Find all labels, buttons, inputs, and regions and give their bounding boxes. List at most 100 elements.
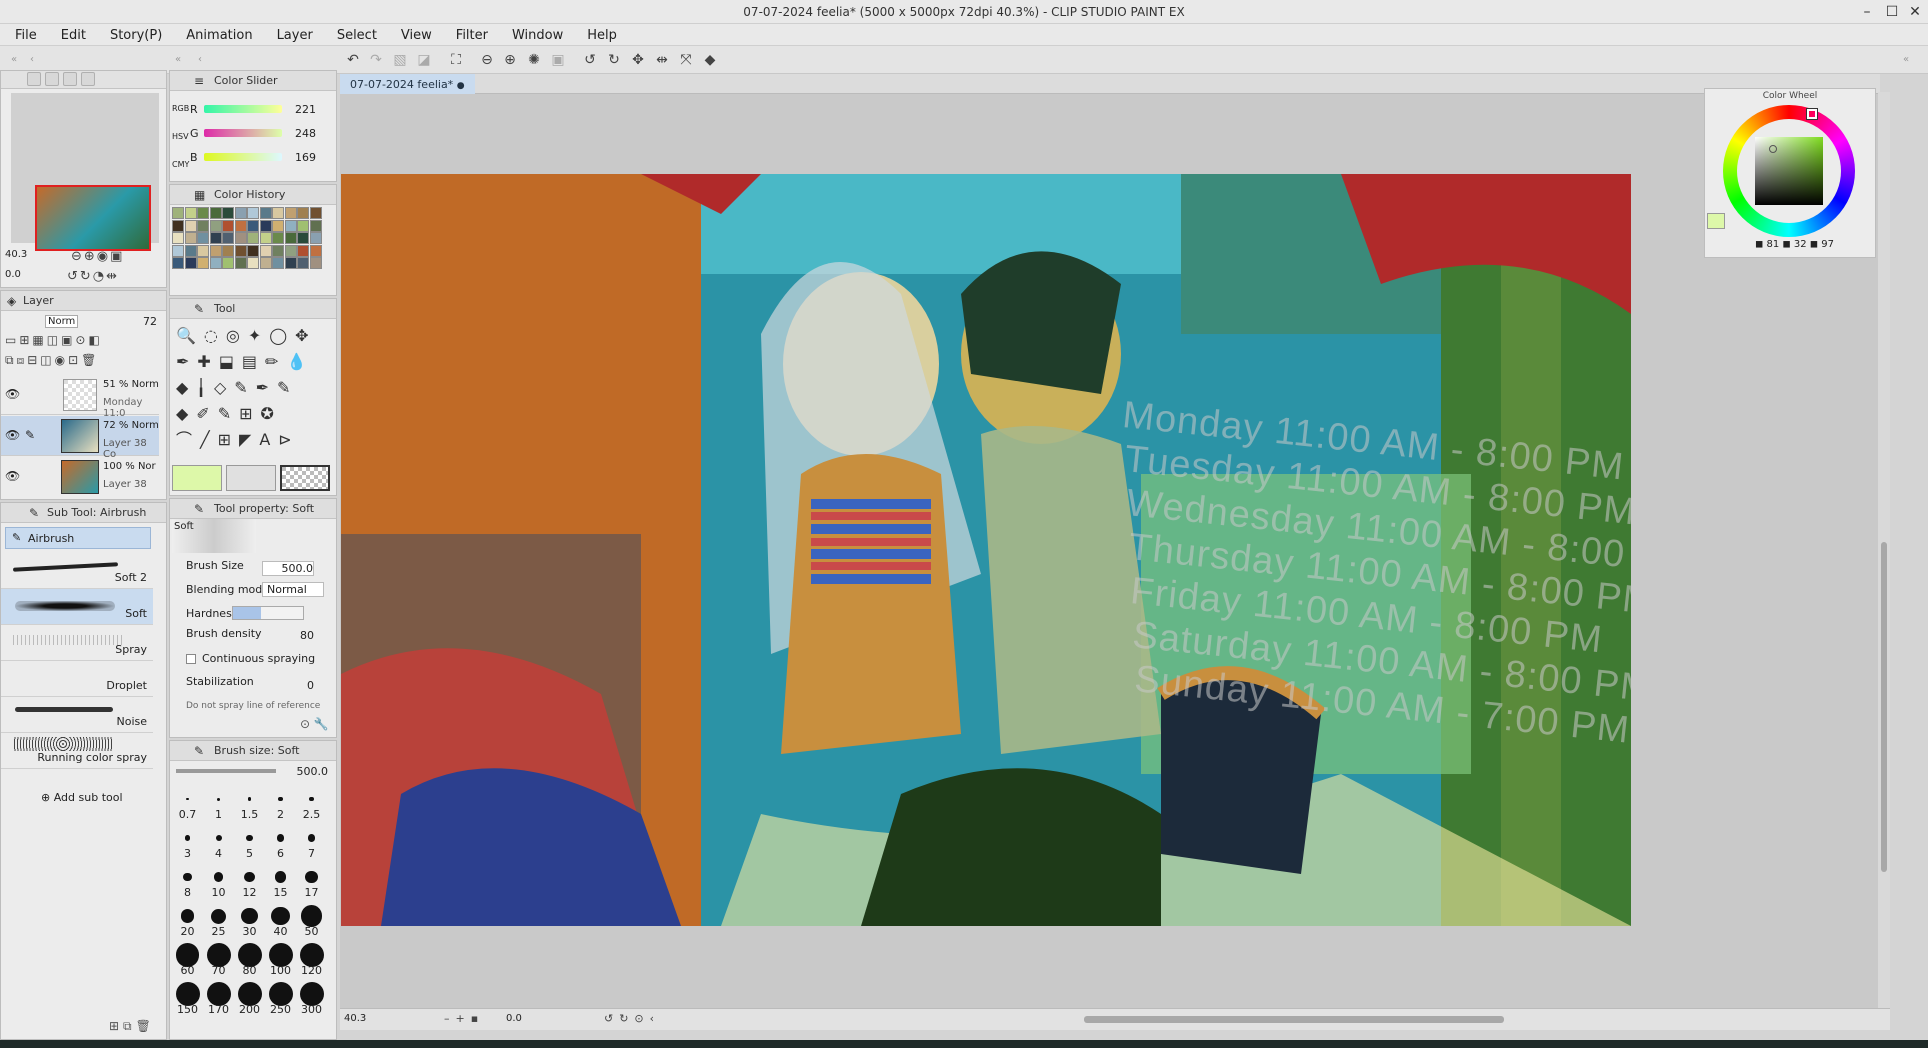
status-rotate-controls[interactable]: ↺↻⊙‹ <box>604 1012 660 1025</box>
fill-icon[interactable]: ◪ <box>414 51 434 69</box>
menu-layer[interactable]: Layer <box>265 24 325 43</box>
history-swatch[interactable] <box>197 207 209 219</box>
sv-marker[interactable] <box>1769 145 1777 153</box>
hue-marker[interactable] <box>1806 108 1818 120</box>
history-swatch[interactable] <box>222 219 234 232</box>
zoom-in-icon[interactable]: ⊕ <box>500 51 520 69</box>
transparent-color-swatch[interactable] <box>280 465 330 491</box>
history-swatch[interactable] <box>222 232 234 244</box>
menu-animation[interactable]: Animation <box>174 24 264 43</box>
history-tab-icon[interactable] <box>63 72 77 86</box>
history-swatch[interactable] <box>234 232 247 244</box>
status-zoom-controls[interactable]: –+▪ <box>444 1012 484 1025</box>
history-swatch[interactable] <box>284 232 297 244</box>
brush-size-preset[interactable]: 250 <box>265 978 296 1016</box>
g-value[interactable]: 248 <box>280 127 316 140</box>
history-swatch[interactable] <box>234 244 247 257</box>
eye-icon[interactable]: 👁 <box>5 428 20 442</box>
document-tab[interactable]: 07-07-2024 feelia* ● <box>340 74 475 94</box>
sub-tool-item-spray[interactable]: Spray <box>1 625 153 661</box>
flip-icon[interactable]: ⇹ <box>652 51 672 69</box>
rotate-right-icon[interactable]: ↻ <box>604 51 624 69</box>
brush-size-preset[interactable]: 5 <box>234 822 265 860</box>
collapse-right-icon[interactable]: « <box>1896 51 1916 69</box>
menu-story[interactable]: Story(P) <box>98 24 174 43</box>
rotate-left-icon[interactable]: ↺ <box>580 51 600 69</box>
history-swatch[interactable] <box>297 232 309 244</box>
main-color-swatch[interactable] <box>172 465 222 491</box>
blending-mode-select[interactable]: Normal <box>262 582 324 597</box>
collapse-left-icon[interactable]: « <box>168 51 188 69</box>
history-swatch[interactable] <box>284 244 297 257</box>
tool-property-footer-icons[interactable]: ⊙ 🔧 <box>300 717 329 731</box>
brush-size-value[interactable]: 500.0 <box>262 561 314 576</box>
undo-icon[interactable]: ↶ <box>343 51 363 69</box>
brush-size-preset[interactable]: 170 <box>203 978 234 1016</box>
navigator-rotate-controls[interactable]: ↺↻◔⇹ <box>67 269 119 284</box>
history-swatch[interactable] <box>184 232 197 244</box>
history-swatch[interactable] <box>259 257 272 269</box>
vertical-scrollbar[interactable] <box>1878 92 1890 1008</box>
brush-size-preset[interactable]: 15 <box>265 861 296 899</box>
brush-size-preset[interactable]: 60 <box>172 939 203 977</box>
brush-size-preset[interactable]: 30 <box>234 900 265 938</box>
brush-size-preset[interactable]: 150 <box>172 978 203 1016</box>
maximize-button[interactable]: ☐ <box>1880 2 1904 22</box>
r-value[interactable]: 221 <box>280 103 316 116</box>
history-swatch[interactable] <box>172 207 184 219</box>
brush-size-preset[interactable]: 25 <box>203 900 234 938</box>
history-swatch[interactable] <box>222 207 234 219</box>
brush-size-preset[interactable]: 10 <box>203 861 234 899</box>
sub-color-swatch[interactable] <box>226 465 276 491</box>
vertical-scrollbar-thumb[interactable] <box>1881 542 1887 872</box>
history-swatch[interactable] <box>247 219 259 232</box>
history-swatch[interactable] <box>297 207 309 219</box>
eye-icon[interactable]: 👁 <box>5 469 20 483</box>
blend-mode-select[interactable]: Norm <box>45 315 79 328</box>
sub-tool-item-running-color-spray[interactable]: Running color spray <box>1 733 153 769</box>
redo-icon[interactable]: ↷ <box>366 51 386 69</box>
brush-size-grid[interactable]: 0.7 1 1.5 2 2.5 3 4 5 6 7 8 10 12 15 17 20 25 30 40 50 60 70 8… <box>172 783 332 1033</box>
navigator-zoom-controls[interactable]: ⊖⊕◉▣ <box>71 249 124 264</box>
hsv-readout[interactable]: ◼ 81 ◼ 32 ◼ 97 <box>1755 239 1834 250</box>
menu-edit[interactable]: Edit <box>49 24 98 43</box>
history-swatch[interactable] <box>197 232 209 244</box>
menu-filter[interactable]: Filter <box>444 24 500 43</box>
bucket-icon[interactable]: ◆ <box>700 51 720 69</box>
sub-tool-item-droplet[interactable]: Droplet <box>1 661 153 697</box>
brush-size-preset[interactable]: 12 <box>234 861 265 899</box>
history-swatch[interactable] <box>184 244 197 257</box>
brush-size-preset[interactable]: 4 <box>203 822 234 860</box>
brush-size-preset[interactable]: 200 <box>234 978 265 1016</box>
history-swatch[interactable] <box>297 244 309 257</box>
saturation-value-square[interactable] <box>1755 137 1823 205</box>
hsv-tab[interactable]: HSV <box>172 123 189 151</box>
transform-icon[interactable]: ⤧ <box>676 51 696 69</box>
sub-tool-group-airbrush[interactable]: ✎ Airbrush <box>5 527 151 549</box>
brush-density-value[interactable]: 80 <box>280 629 314 642</box>
saturation-value[interactable]: 32 <box>1794 239 1807 250</box>
history-swatch[interactable] <box>259 232 272 244</box>
menu-window[interactable]: Window <box>500 24 575 43</box>
sub-tool-item-soft2[interactable]: Soft 2 <box>1 553 153 589</box>
sub-tool-item-soft[interactable]: Soft <box>1 589 153 625</box>
artwork-canvas[interactable]: Monday 11:00 AM - 8:00 PM Tuesday 11:00 A… <box>341 174 1631 926</box>
history-swatch[interactable] <box>184 219 197 232</box>
brush-size-preset[interactable]: 120 <box>296 939 327 977</box>
b-value[interactable]: 169 <box>280 151 316 164</box>
hardness-slider[interactable] <box>232 606 304 620</box>
history-swatch[interactable] <box>222 257 234 269</box>
horizontal-scrollbar-thumb[interactable] <box>1084 1016 1504 1023</box>
history-swatch[interactable] <box>259 244 272 257</box>
history-swatch[interactable] <box>197 257 209 269</box>
main-color-chip[interactable] <box>1707 213 1725 229</box>
brush-size-preset[interactable]: 1 <box>203 783 234 821</box>
add-sub-tool-button[interactable]: ⊕ Add sub tool <box>41 791 123 804</box>
hue-ring[interactable] <box>1723 105 1855 237</box>
brush-size-preset[interactable]: 0.7 <box>172 783 203 821</box>
history-swatch[interactable] <box>234 207 247 219</box>
brush-size-preset[interactable]: 70 <box>203 939 234 977</box>
tool-grid[interactable]: 🔍◌◎✦◯✥ ✒✚⬓▤✏💧 ◆╽◇✎✒✎ ◆✐✎⊞✪ ⌒╱⊞◤A⊳ <box>176 323 332 453</box>
menu-view[interactable]: View <box>389 24 444 43</box>
history-swatch[interactable] <box>209 207 222 219</box>
